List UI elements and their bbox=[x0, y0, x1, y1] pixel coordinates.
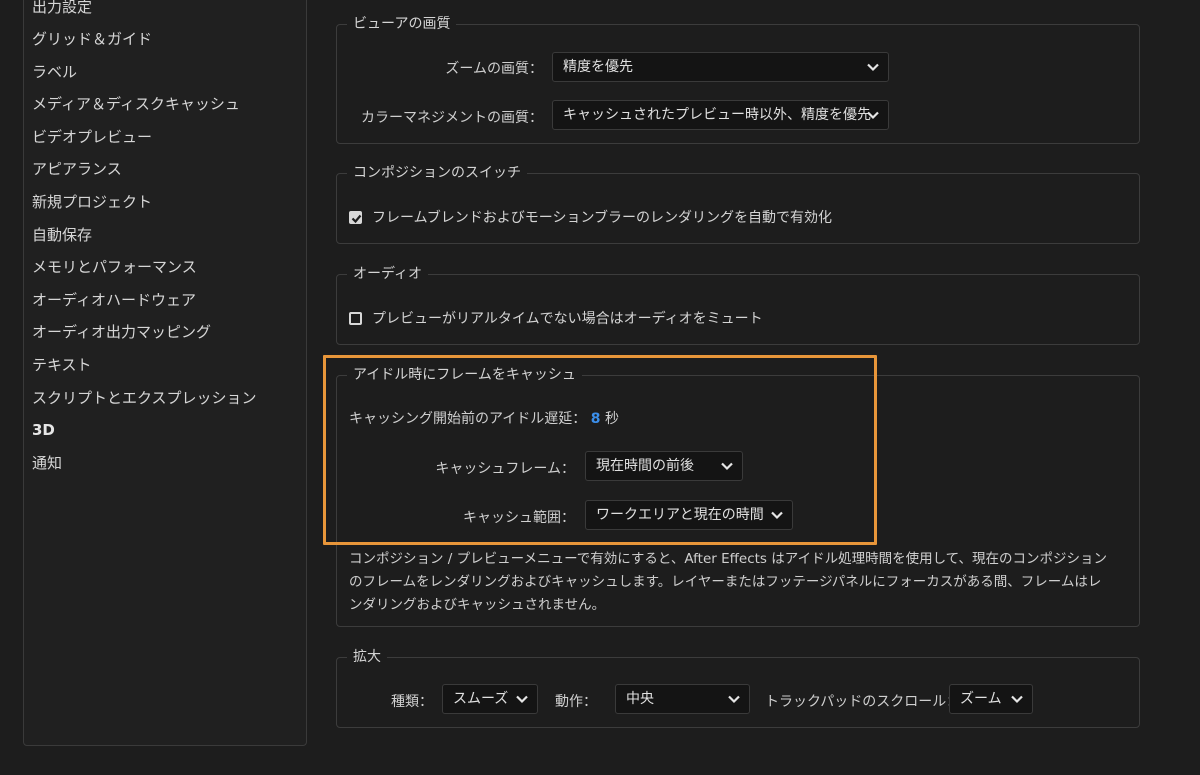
zoom-quality-label: ズームの画質： bbox=[445, 61, 543, 77]
sidebar-item-labels[interactable]: ラベル bbox=[24, 56, 306, 89]
idle-delay-label: キャッシング開始前のアイドル遅延： bbox=[349, 411, 587, 427]
zoom-title: 拡大 bbox=[347, 647, 387, 667]
cache-frames-dropdown[interactable]: 現在時間の前後 bbox=[585, 451, 743, 481]
zoom-type-dropdown[interactable]: スムーズ bbox=[442, 684, 538, 714]
zoom-action-label: 動作： bbox=[555, 694, 597, 710]
chevron-down-icon bbox=[516, 695, 528, 704]
idle-delay-value[interactable]: 8 bbox=[591, 411, 601, 427]
check-icon bbox=[351, 214, 362, 224]
chevron-down-icon bbox=[867, 111, 879, 120]
chevron-down-icon bbox=[867, 63, 879, 72]
sidebar-item-audio-output-mapping[interactable]: オーディオ出力マッピング bbox=[24, 316, 306, 349]
viewer-quality-title: ビューアの画質 bbox=[347, 14, 457, 34]
frame-blend-option[interactable]: フレームブレンドおよびモーションブラーのレンダリングを自動で有効化 bbox=[349, 207, 832, 227]
audio-mute-option[interactable]: プレビューがリアルタイムでない場合はオーディオをミュート bbox=[349, 308, 763, 328]
idle-cache-description: コンポジション / プレビューメニューで有効にすると、After Effects… bbox=[349, 551, 1108, 613]
sidebar-item-appearance[interactable]: アピアランス bbox=[24, 153, 306, 186]
zoom-type-value: スムーズ bbox=[453, 691, 509, 707]
sidebar-item-auto-save[interactable]: 自動保存 bbox=[24, 219, 306, 252]
idle-cache-group: アイドル時にフレームをキャッシュ キャッシング開始前のアイドル遅延： 8 秒 キ… bbox=[336, 365, 1140, 627]
audio-group: オーディオ プレビューがリアルタイムでない場合はオーディオをミュート bbox=[336, 264, 1140, 345]
sidebar-item-type[interactable]: テキスト bbox=[24, 349, 306, 382]
sidebar-item-media-disk-cache[interactable]: メディア＆ディスクキャッシュ bbox=[24, 88, 306, 121]
sidebar-item-new-project[interactable]: 新規プロジェクト bbox=[24, 186, 306, 219]
frame-blend-checkbox[interactable] bbox=[349, 211, 362, 224]
sidebar-item-scripting-expressions[interactable]: スクリプトとエクスプレッション bbox=[24, 382, 306, 415]
zoom-quality-dropdown[interactable]: 精度を優先 bbox=[552, 52, 889, 82]
composition-switch-group: コンポジションのスイッチ フレームブレンドおよびモーションブラーのレンダリングを… bbox=[336, 163, 1140, 244]
cache-range-dropdown[interactable]: ワークエリアと現在の時間 bbox=[585, 500, 793, 530]
sidebar-item-audio-hardware[interactable]: オーディオハードウェア bbox=[24, 284, 306, 317]
sidebar-item-3d[interactable]: 3D bbox=[24, 414, 306, 447]
cache-range-label: キャッシュ範囲： bbox=[463, 510, 575, 526]
sidebar-item-video-preview[interactable]: ビデオプレビュー bbox=[24, 121, 306, 154]
trackpad-scroll-label: トラックパッドのスクロール： bbox=[765, 694, 961, 710]
trackpad-scroll-value: ズーム bbox=[960, 691, 1002, 707]
zoom-type-label: 種類： bbox=[391, 694, 433, 710]
zoom-action-dropdown[interactable]: 中央 bbox=[615, 684, 750, 714]
cache-range-value: ワークエリアと現在の時間 bbox=[596, 507, 764, 523]
viewer-quality-group: ビューアの画質 ズームの画質： 精度を優先 カラーマネジメントの画質： キャッシ… bbox=[336, 14, 1140, 144]
sidebar-item-output[interactable]: 出力設定 bbox=[24, 0, 306, 23]
trackpad-scroll-dropdown[interactable]: ズーム bbox=[949, 684, 1033, 714]
audio-mute-label: プレビューがリアルタイムでない場合はオーディオをミュート bbox=[372, 311, 763, 327]
color-quality-dropdown[interactable]: キャッシュされたプレビュー時以外、精度を優先 bbox=[552, 100, 889, 130]
cache-frames-value: 現在時間の前後 bbox=[596, 458, 694, 474]
zoom-action-value: 中央 bbox=[626, 691, 654, 707]
chevron-down-icon bbox=[728, 695, 740, 704]
zoom-quality-value: 精度を優先 bbox=[563, 59, 633, 75]
sidebar-item-memory-performance[interactable]: メモリとパフォーマンス bbox=[24, 251, 306, 284]
composition-switch-title: コンポジションのスイッチ bbox=[347, 163, 527, 183]
preferences-sidebar: 出力設定 グリッド＆ガイド ラベル メディア＆ディスクキャッシュ ビデオプレビュ… bbox=[23, 0, 307, 746]
frame-blend-label: フレームブレンドおよびモーションブラーのレンダリングを自動で有効化 bbox=[372, 210, 833, 226]
sidebar-item-notifications[interactable]: 通知 bbox=[24, 447, 306, 480]
color-quality-label: カラーマネジメントの画質： bbox=[361, 110, 543, 126]
color-quality-value: キャッシュされたプレビュー時以外、精度を優先 bbox=[563, 107, 871, 123]
audio-title: オーディオ bbox=[347, 264, 429, 284]
idle-delay-row: キャッシング開始前のアイドル遅延： 8 秒 bbox=[349, 408, 619, 428]
chevron-down-icon bbox=[771, 511, 783, 520]
cache-frames-label: キャッシュフレーム： bbox=[435, 461, 575, 477]
chevron-down-icon bbox=[721, 462, 733, 471]
zoom-group: 拡大 種類： スムーズ 動作： 中央 トラックパッドのスクロール： ズーム bbox=[336, 647, 1140, 728]
sidebar-item-grids-guides[interactable]: グリッド＆ガイド bbox=[24, 23, 306, 56]
idle-delay-unit: 秒 bbox=[604, 411, 619, 427]
chevron-down-icon bbox=[1011, 695, 1023, 704]
audio-mute-checkbox[interactable] bbox=[349, 312, 362, 325]
idle-cache-title: アイドル時にフレームをキャッシュ bbox=[347, 365, 582, 385]
